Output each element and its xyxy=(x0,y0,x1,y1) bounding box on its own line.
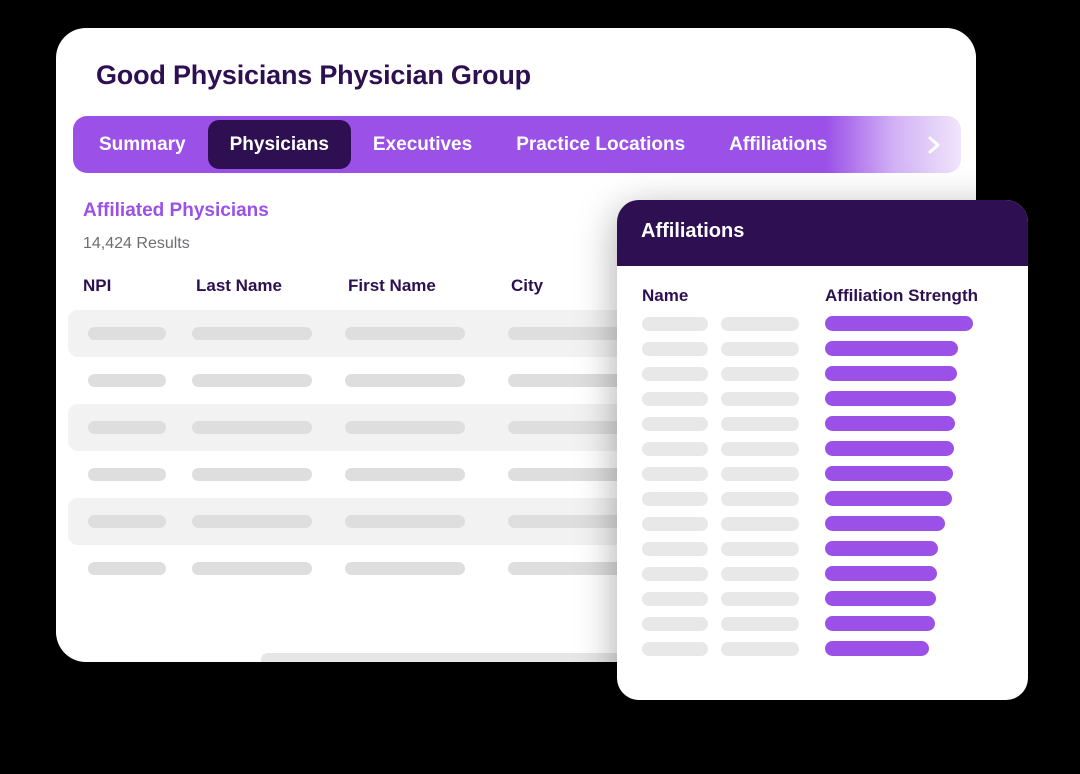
results-count: 14,424 Results xyxy=(83,235,190,252)
cell-placeholder xyxy=(88,515,166,528)
cell-placeholder xyxy=(88,468,166,481)
screenshot-stage: Good Physicians Physician Group Summary P… xyxy=(0,0,1080,774)
affiliation-strength-bar xyxy=(825,641,929,656)
name-placeholder xyxy=(642,392,708,406)
affiliation-strength-bar xyxy=(825,366,957,381)
name-placeholder xyxy=(642,442,708,456)
cell-placeholder xyxy=(88,421,166,434)
name-placeholder xyxy=(642,592,708,606)
section-heading: Affiliated Physicians xyxy=(83,200,269,221)
list-item[interactable] xyxy=(617,562,1028,587)
list-item[interactable] xyxy=(617,312,1028,337)
affiliations-overlay-card: Affiliations Name Affiliation Strength xyxy=(617,200,1028,700)
cell-placeholder xyxy=(88,562,166,575)
page-title: Good Physicians Physician Group xyxy=(96,60,531,90)
affiliation-strength-bar xyxy=(825,416,955,431)
cell-placeholder xyxy=(192,468,312,481)
cell-placeholder xyxy=(88,327,166,340)
secondary-placeholder xyxy=(721,342,799,356)
cell-placeholder xyxy=(345,515,465,528)
chevron-right-icon[interactable] xyxy=(923,134,945,156)
overlay-card-title: Affiliations xyxy=(641,220,745,242)
secondary-placeholder xyxy=(721,642,799,656)
list-item[interactable] xyxy=(617,412,1028,437)
secondary-placeholder xyxy=(721,567,799,581)
secondary-placeholder xyxy=(721,417,799,431)
overlay-column-header-affiliation-strength: Affiliation Strength xyxy=(825,286,978,305)
secondary-placeholder xyxy=(721,592,799,606)
name-placeholder xyxy=(642,567,708,581)
name-placeholder xyxy=(642,517,708,531)
affiliation-strength-bar xyxy=(825,616,935,631)
column-header-npi[interactable]: NPI xyxy=(83,276,111,296)
tab-summary[interactable]: Summary xyxy=(77,120,208,169)
affiliation-strength-bar xyxy=(825,591,936,606)
overlay-column-header-name: Name xyxy=(642,286,689,305)
secondary-placeholder xyxy=(721,517,799,531)
name-placeholder xyxy=(642,317,708,331)
name-placeholder xyxy=(642,642,708,656)
name-placeholder xyxy=(642,342,708,356)
list-item[interactable] xyxy=(617,487,1028,512)
affiliation-strength-bar xyxy=(825,341,958,356)
secondary-placeholder xyxy=(721,542,799,556)
secondary-placeholder xyxy=(721,317,799,331)
list-item[interactable] xyxy=(617,612,1028,637)
secondary-placeholder xyxy=(721,617,799,631)
affiliation-strength-bar xyxy=(825,566,937,581)
secondary-placeholder xyxy=(721,492,799,506)
tab-executives[interactable]: Executives xyxy=(351,120,494,169)
name-placeholder xyxy=(642,417,708,431)
list-item[interactable] xyxy=(617,437,1028,462)
cell-placeholder xyxy=(192,562,312,575)
horizontal-scrollbar[interactable] xyxy=(261,653,634,662)
affiliation-strength-bar-chart xyxy=(617,312,1028,662)
name-placeholder xyxy=(642,467,708,481)
list-item[interactable] xyxy=(617,587,1028,612)
name-placeholder xyxy=(642,542,708,556)
overlay-card-header: Affiliations xyxy=(617,200,1028,266)
affiliation-strength-bar xyxy=(825,541,938,556)
cell-placeholder xyxy=(192,374,312,387)
affiliation-strength-bar xyxy=(825,391,956,406)
affiliation-strength-bar xyxy=(825,441,954,456)
column-header-first-name[interactable]: First Name xyxy=(348,276,436,296)
tab-practice-locations[interactable]: Practice Locations xyxy=(494,120,707,169)
column-header-last-name[interactable]: Last Name xyxy=(196,276,282,296)
list-item[interactable] xyxy=(617,387,1028,412)
cell-placeholder xyxy=(88,374,166,387)
affiliation-strength-bar xyxy=(825,516,945,531)
cell-placeholder xyxy=(345,327,465,340)
list-item[interactable] xyxy=(617,512,1028,537)
secondary-placeholder xyxy=(721,442,799,456)
secondary-placeholder xyxy=(721,392,799,406)
list-item[interactable] xyxy=(617,462,1028,487)
cell-placeholder xyxy=(192,327,312,340)
tab-physicians[interactable]: Physicians xyxy=(207,120,351,169)
cell-placeholder xyxy=(192,515,312,528)
secondary-placeholder xyxy=(721,367,799,381)
cell-placeholder xyxy=(345,421,465,434)
affiliation-strength-bar xyxy=(825,466,953,481)
name-placeholder xyxy=(642,617,708,631)
tab-affiliations[interactable]: Affiliations xyxy=(707,120,849,169)
list-item[interactable] xyxy=(617,362,1028,387)
tab-bar: Summary Physicians Executives Practice Loca… xyxy=(73,116,961,173)
cell-placeholder xyxy=(345,468,465,481)
column-header-city[interactable]: City xyxy=(511,276,543,296)
list-item[interactable] xyxy=(617,637,1028,662)
secondary-placeholder xyxy=(721,467,799,481)
list-item[interactable] xyxy=(617,337,1028,362)
name-placeholder xyxy=(642,367,708,381)
list-item[interactable] xyxy=(617,537,1028,562)
cell-placeholder xyxy=(345,374,465,387)
affiliation-strength-bar xyxy=(825,491,952,506)
name-placeholder xyxy=(642,492,708,506)
cell-placeholder xyxy=(192,421,312,434)
cell-placeholder xyxy=(345,562,465,575)
affiliation-strength-bar xyxy=(825,316,973,331)
